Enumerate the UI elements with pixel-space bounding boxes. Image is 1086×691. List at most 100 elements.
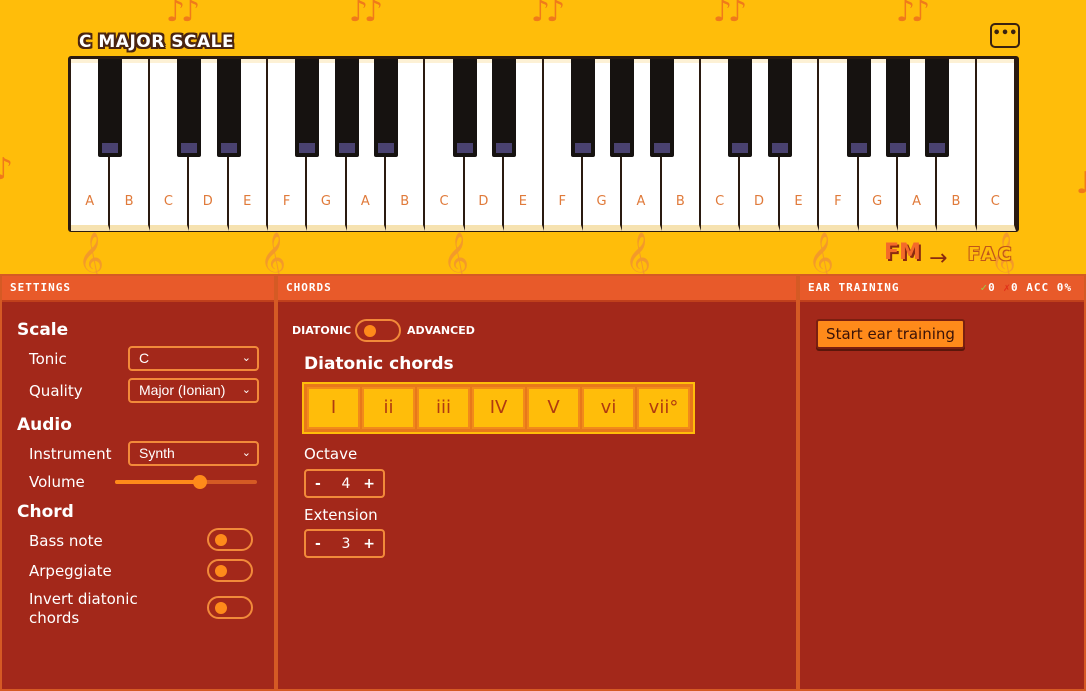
quality-select[interactable]: Major (Ionian) ⌄ <box>128 378 259 403</box>
black-key[interactable] <box>334 59 359 157</box>
key-label: A <box>85 194 95 209</box>
black-key[interactable] <box>295 59 320 157</box>
invert-label-line2: chords <box>29 609 80 627</box>
octave-value: 4 <box>341 476 351 492</box>
black-key-cap <box>456 143 473 153</box>
chord-button-vi[interactable]: vi <box>582 387 635 429</box>
key-label: D <box>478 194 489 209</box>
quality-label: Quality <box>29 382 83 400</box>
key-label: A <box>360 194 370 209</box>
toggle-knob <box>364 325 376 337</box>
key-label: D <box>754 194 765 209</box>
octave-increment-button[interactable]: + <box>363 476 375 492</box>
key-label: F <box>558 194 566 209</box>
quality-value: Major (Ionian) <box>139 382 226 398</box>
black-key-cap <box>614 143 631 153</box>
black-key[interactable] <box>374 59 398 157</box>
cross-icon: ✗ <box>1003 281 1011 294</box>
black-key[interactable] <box>925 59 950 157</box>
music-note-icon: ♪ <box>0 152 13 187</box>
octave-stepper: - 4 + <box>304 469 385 498</box>
key-label: B <box>675 194 685 209</box>
instrument-value: Synth <box>139 445 175 461</box>
mode-advanced-label: ADVANCED <box>407 324 475 337</box>
instrument-select[interactable]: Synth ⌄ <box>128 441 259 466</box>
tonic-select[interactable]: C ⌄ <box>128 346 259 371</box>
black-key[interactable] <box>885 59 910 157</box>
black-key[interactable] <box>98 59 123 157</box>
key-label: B <box>400 194 410 209</box>
chord-button-vii-dim[interactable]: vii° <box>637 387 690 429</box>
more-menu-button[interactable]: ••• <box>990 23 1020 48</box>
key-label: F <box>834 194 842 209</box>
chord-button-IV[interactable]: IV <box>472 387 525 429</box>
white-key[interactable]: C <box>976 59 1016 231</box>
black-key-cap <box>299 143 316 153</box>
black-key-cap <box>732 143 749 153</box>
key-label: G <box>320 194 331 209</box>
settings-header: SETTINGS <box>2 276 274 302</box>
black-key[interactable] <box>728 59 753 157</box>
chevron-down-icon: ⌄ <box>241 384 251 396</box>
invert-label-line1: Invert diatonic <box>29 590 138 608</box>
key-label: F <box>282 194 291 209</box>
key-label: G <box>596 194 607 209</box>
chord-button-V[interactable]: V <box>527 387 580 429</box>
key-label: C <box>439 194 449 209</box>
black-key-cap <box>771 143 788 153</box>
extension-stepper: - 3 + <box>304 529 385 558</box>
volume-slider[interactable] <box>115 475 257 489</box>
octave-label: Octave <box>304 445 358 463</box>
music-note-icon: ♪♪ <box>713 0 747 29</box>
app-root: ♪♪ ♪♪ ♪♪ ♪♪ ♪♪ ♪ ♪ 𝄞 𝄞 𝄞 𝄞 𝄞 𝄞 C MAJOR S… <box>0 0 1086 691</box>
chord-button-iii[interactable]: iii <box>417 387 470 429</box>
black-key-cap <box>496 143 513 153</box>
invert-diatonic-toggle[interactable] <box>207 596 253 619</box>
bass-note-label: Bass note <box>29 532 103 550</box>
black-key-cap <box>574 143 591 153</box>
extension-increment-button[interactable]: + <box>363 536 375 552</box>
black-key[interactable] <box>492 59 517 157</box>
start-ear-training-button[interactable]: Start ear training <box>816 319 965 349</box>
black-key[interactable] <box>767 59 792 157</box>
key-label: C <box>163 194 173 209</box>
black-key[interactable] <box>216 59 241 157</box>
black-key[interactable] <box>610 59 635 157</box>
arrow-right-icon: → <box>929 246 948 271</box>
wrong-count: 0 <box>1011 281 1019 294</box>
black-key-cap <box>929 143 946 153</box>
extension-value: 3 <box>341 536 351 552</box>
chord-heading: Chord <box>17 502 74 522</box>
chords-header: CHORDS <box>278 276 796 302</box>
logo-fac: FAC <box>968 244 1015 265</box>
correct-count: 0 <box>988 281 996 294</box>
key-label: E <box>518 194 527 209</box>
key-label: A <box>912 194 922 209</box>
black-key[interactable] <box>570 59 595 157</box>
chord-button-ii[interactable]: ii <box>362 387 415 429</box>
tonic-label: Tonic <box>29 350 67 368</box>
toggle-knob <box>215 565 227 577</box>
chord-mode-toggle[interactable] <box>355 319 401 342</box>
key-label: B <box>951 194 961 209</box>
black-key-cap <box>653 143 670 153</box>
black-key-cap <box>850 143 867 153</box>
accuracy-text: ACC 0% <box>1026 281 1072 294</box>
key-label: E <box>243 194 252 209</box>
extension-label: Extension <box>304 506 378 524</box>
bass-note-toggle[interactable] <box>207 528 253 551</box>
black-key[interactable] <box>649 59 674 157</box>
black-key[interactable] <box>846 59 871 157</box>
extension-decrement-button[interactable]: - <box>315 536 321 552</box>
black-key[interactable] <box>452 59 477 157</box>
black-key-cap <box>181 143 198 153</box>
arpeggiate-toggle[interactable] <box>207 559 253 582</box>
piano-keyboard: ABCDEFGABCDEFGABCDEFGABC <box>68 56 1019 232</box>
tonic-value: C <box>139 350 150 366</box>
key-label: E <box>794 194 803 209</box>
octave-decrement-button[interactable]: - <box>315 476 321 492</box>
instrument-label: Instrument <box>29 445 112 463</box>
arpeggiate-label: Arpeggiate <box>29 562 112 580</box>
chord-button-I[interactable]: I <box>307 387 360 429</box>
black-key[interactable] <box>177 59 202 157</box>
